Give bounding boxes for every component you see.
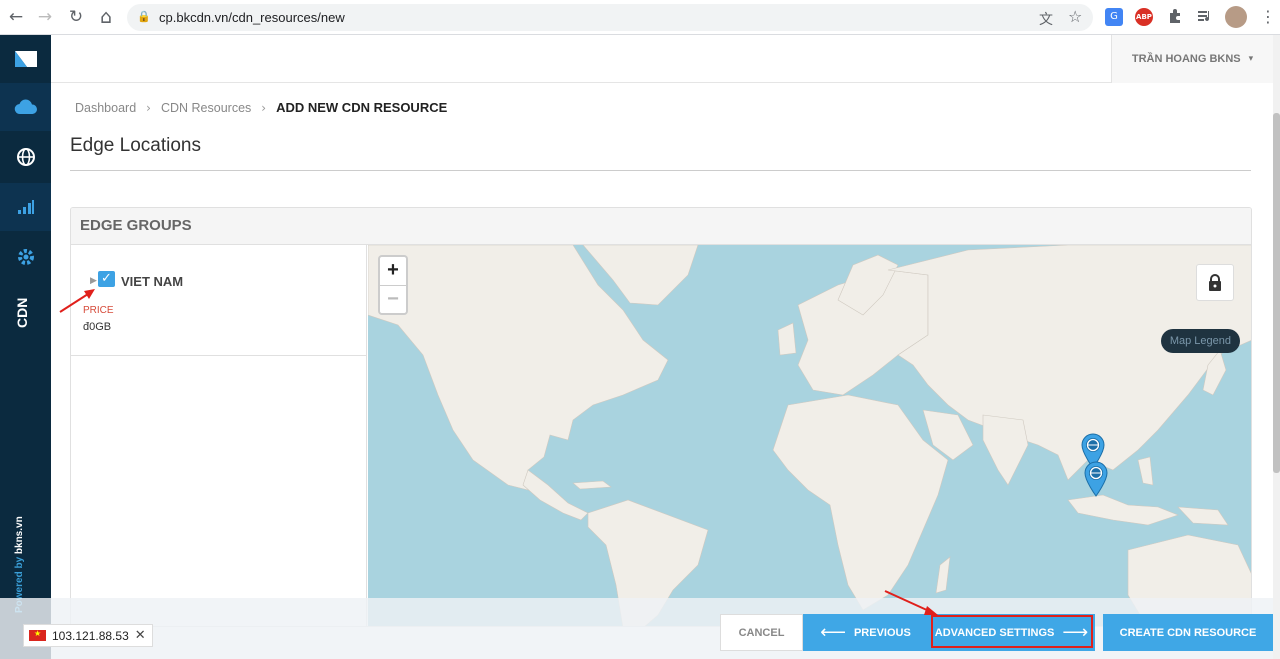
address-bar[interactable]: 🔒 cp.bkcdn.vn/cdn_resources/new 文 ☆ — [127, 4, 1093, 31]
logo-icon[interactable] — [0, 35, 51, 83]
ip-address: 103.121.88.53 — [52, 628, 129, 643]
media-queue-icon[interactable] — [1196, 8, 1214, 26]
edge-groups-panel: EDGE GROUPS ▶ ✓ VIET NAM PRICE đ0GB + − … — [70, 207, 1252, 627]
globe-icon[interactable] — [0, 133, 51, 181]
statistics-icon[interactable] — [0, 183, 51, 231]
breadcrumb-current: ADD NEW CDN RESOURCE — [276, 100, 448, 115]
edge-group-item: ▶ ✓ VIET NAM PRICE đ0GB — [71, 245, 367, 356]
zoom-in-button[interactable]: + — [380, 257, 406, 285]
forward-icon[interactable]: → — [35, 7, 55, 27]
powered-by-brand[interactable]: bkns.vn — [14, 516, 25, 554]
close-icon[interactable]: ✕ — [135, 628, 146, 643]
cdn-section-label: CDN — [14, 297, 30, 328]
group-name: VIET NAM — [121, 274, 184, 289]
padlock-icon — [1209, 274, 1221, 291]
cloud-icon[interactable] — [0, 83, 51, 131]
profile-avatar[interactable] — [1225, 6, 1247, 28]
home-icon[interactable]: ⌂ — [96, 7, 116, 27]
lock-icon: 🔒 — [137, 10, 151, 23]
translate-icon[interactable]: 文 — [1039, 9, 1053, 29]
flag-star-icon: ★ — [34, 629, 42, 638]
extensions-puzzle-icon[interactable] — [1166, 8, 1184, 26]
user-menu[interactable]: TRẦN HOANG BKNS ▾ — [1111, 35, 1273, 83]
star-icon[interactable]: ☆ — [1068, 7, 1082, 26]
settings-gear-icon[interactable] — [0, 233, 51, 281]
map-lock-button[interactable] — [1196, 264, 1234, 301]
world-map[interactable]: + − Map Legend — [368, 245, 1251, 626]
url-text[interactable]: cp.bkcdn.vn/cdn_resources/new — [159, 10, 345, 25]
page-title: Edge Locations — [70, 135, 201, 156]
map-land — [368, 245, 1251, 626]
price-label: PRICE — [83, 305, 114, 316]
ip-indicator: ★ 103.121.88.53 ✕ — [23, 624, 153, 647]
create-cdn-resource-button[interactable]: CREATE CDN RESOURCE — [1103, 614, 1273, 651]
back-icon[interactable]: ← — [6, 7, 26, 27]
cancel-label: CANCEL — [738, 626, 785, 639]
breadcrumb: Dashboard › CDN Resources › ADD NEW CDN … — [75, 100, 447, 115]
previous-button[interactable]: ⟵ PREVIOUS — [803, 614, 928, 651]
breadcrumb-cdn-resources[interactable]: CDN Resources — [161, 101, 251, 115]
sidebar: CDN Powered by bkns.vn — [0, 35, 51, 659]
adblock-extension-icon[interactable]: ABP — [1135, 8, 1153, 26]
map-legend-button[interactable]: Map Legend — [1160, 329, 1240, 353]
zoom-control: + − — [378, 255, 408, 315]
browser-menu-icon[interactable]: ⋮ — [1258, 7, 1278, 27]
annotation-highlight-box — [931, 615, 1093, 648]
breadcrumb-separator: › — [261, 100, 267, 115]
zoom-out-button[interactable]: − — [380, 285, 406, 313]
previous-label: PREVIOUS — [853, 626, 911, 639]
expand-caret-icon[interactable]: ▶ — [90, 276, 97, 286]
edge-group-list: ▶ ✓ VIET NAM PRICE đ0GB — [71, 245, 367, 626]
browser-toolbar: ← → ↻ ⌂ 🔒 cp.bkcdn.vn/cdn_resources/new … — [0, 0, 1280, 35]
reload-icon[interactable]: ↻ — [66, 7, 86, 27]
top-header: TRẦN HOANG BKNS ▾ — [51, 35, 1273, 83]
panel-header: EDGE GROUPS — [71, 208, 1251, 245]
chevron-down-icon: ▾ — [1248, 54, 1254, 64]
create-label: CREATE CDN RESOURCE — [1119, 626, 1257, 639]
vietnam-flag-icon: ★ — [29, 629, 46, 641]
location-marker-hcmc[interactable] — [1083, 461, 1109, 497]
page-scrollbar[interactable] — [1273, 35, 1280, 659]
group-checkbox[interactable]: ✓ — [98, 271, 115, 287]
cancel-button[interactable]: CANCEL — [720, 614, 803, 651]
user-name: TRẦN HOANG BKNS — [1131, 53, 1241, 65]
breadcrumb-dashboard[interactable]: Dashboard — [75, 101, 136, 115]
price-value: đ0GB — [83, 321, 112, 333]
divider — [70, 170, 1251, 171]
arrow-left-icon: ⟵ — [820, 622, 846, 643]
scrollbar-thumb[interactable] — [1273, 113, 1280, 473]
breadcrumb-separator: › — [146, 100, 151, 115]
google-translate-extension-icon[interactable]: G — [1105, 8, 1123, 26]
